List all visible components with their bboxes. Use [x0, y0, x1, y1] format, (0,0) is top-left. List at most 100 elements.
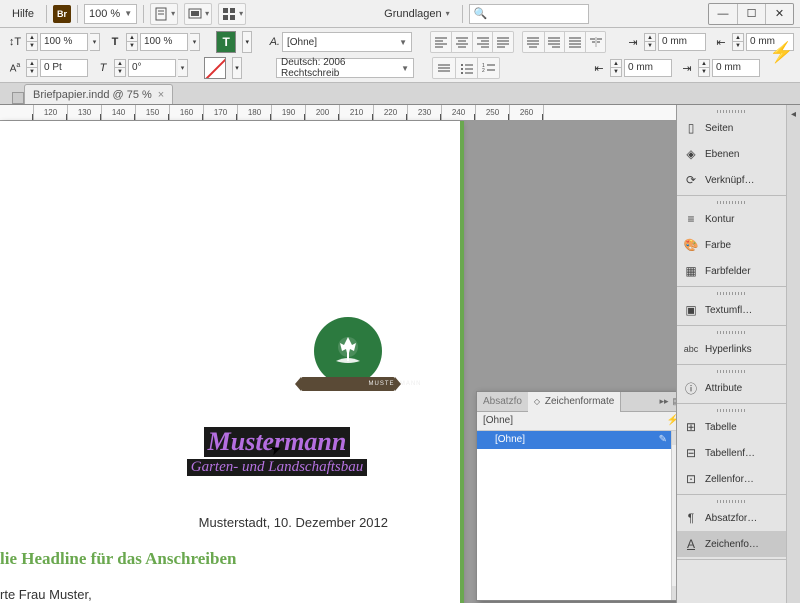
justify-center-button[interactable] — [523, 32, 544, 52]
dropdown-icon[interactable]: ▾ — [190, 33, 200, 51]
dock-textumfl[interactable]: ▣Textumfl… — [677, 297, 786, 323]
vertical-scale[interactable]: T ▲▼ 100 % ▾ — [106, 33, 200, 51]
horizontal-ruler[interactable]: 1201301401501601701801902002102202302402… — [0, 105, 676, 121]
close-icon[interactable]: × — [158, 89, 164, 101]
dock-absatzfor[interactable]: ¶Absatzfor… — [677, 505, 786, 531]
dock-collapse-button[interactable]: ◂ — [786, 105, 800, 603]
char-styles-panel[interactable]: Absatzfo ◇ Zeichenformate ▸▸ ▤ [Ohne] ⚡ — [476, 391, 676, 601]
align-right-button[interactable] — [472, 32, 493, 52]
quick-apply-icon[interactable]: ⚡ — [769, 40, 794, 65]
maximize-button[interactable]: ☐ — [737, 4, 765, 24]
search-field[interactable]: 🔍 — [469, 4, 589, 24]
dock-grip[interactable] — [677, 367, 786, 375]
indent-left-value[interactable]: 0 mm — [658, 33, 706, 51]
panel-tab-absatz[interactable]: Absatzfo — [477, 392, 528, 412]
scrollbar[interactable]: ▲ ▼ — [671, 431, 676, 600]
dock-seiten[interactable]: ▯Seiten — [677, 115, 786, 141]
number-list-button[interactable]: 12 — [477, 58, 499, 78]
stepper[interactable]: ▲▼ — [26, 33, 38, 51]
dock-farbe[interactable]: 🎨Farbe — [677, 232, 786, 258]
stroke-swatch[interactable] — [204, 57, 226, 79]
arrange-docs-button[interactable] — [218, 3, 246, 25]
view-options-button[interactable] — [150, 3, 178, 25]
dock-kontur[interactable]: ≡Kontur — [677, 206, 786, 232]
screen-mode-button[interactable] — [184, 3, 212, 25]
minimize-button[interactable]: — — [709, 4, 737, 24]
dropdown-icon[interactable]: ▾ — [90, 33, 100, 51]
language-combo[interactable]: Deutsch: 2006 Rechtschreib ▼ — [276, 58, 414, 78]
char-style-combo[interactable]: [Ohne] ▼ — [282, 32, 412, 52]
parastyles-icon: ¶ — [683, 510, 699, 526]
hscale-value[interactable]: 100 % — [40, 33, 88, 51]
stepper[interactable]: ▲▼ — [26, 59, 38, 77]
stepper[interactable]: ▲▼ — [698, 59, 710, 77]
panel-menu-icon[interactable]: ▤ — [672, 396, 676, 407]
justify-left-button[interactable] — [492, 32, 513, 52]
tab-prev-button[interactable] — [12, 92, 24, 104]
justify-right-button[interactable] — [544, 32, 565, 52]
panel-tab-zeichen[interactable]: ◇ Zeichenformate — [528, 392, 621, 412]
fill-dropdown[interactable]: ▾ — [242, 31, 251, 53]
dock-grip[interactable] — [677, 328, 786, 336]
stroke-dropdown[interactable]: ▾ — [232, 57, 242, 79]
indent-right-value[interactable]: 0 mm — [624, 59, 672, 77]
dock-label: Hyperlinks — [705, 344, 752, 355]
stepper[interactable]: ▲▼ — [114, 59, 126, 77]
stepper[interactable]: ▲▼ — [732, 33, 744, 51]
indent-last[interactable]: ⇥ ▲▼ 0 mm — [678, 59, 760, 77]
indent-left[interactable]: ⇥ ▲▼ 0 mm — [624, 33, 706, 51]
stepper[interactable]: ▲▼ — [126, 33, 138, 51]
bullet-list-button[interactable] — [455, 58, 477, 78]
canvas[interactable]: MUSTERMANN Mustermann Garten- und Landsc… — [0, 121, 676, 603]
dock-grip[interactable] — [677, 289, 786, 297]
ruler-tick: 150 — [136, 105, 170, 120]
justify-all-button[interactable] — [564, 32, 585, 52]
dock-tabelle[interactable]: ⊞Tabelle — [677, 414, 786, 440]
dock-zeichenfo[interactable]: AZeichenfo… — [677, 531, 786, 557]
bridge-icon[interactable]: Br — [53, 5, 71, 23]
baseline-shift[interactable]: Aa ▲▼ 0 Pt — [6, 59, 88, 77]
dock-tabellenf[interactable]: ⊟Tabellenf… — [677, 440, 786, 466]
dock-grip[interactable] — [677, 406, 786, 414]
menu-help[interactable]: Hilfe — [6, 6, 40, 22]
baseline-value[interactable]: 0 Pt — [40, 59, 88, 77]
company-logo: MUSTERMANN — [298, 317, 398, 391]
indent-right[interactable]: ⇤ ▲▼ 0 mm — [590, 59, 672, 77]
fill-swatch[interactable]: T — [216, 31, 237, 53]
skew[interactable]: T ▲▼ 0° ▾ — [94, 59, 188, 77]
dock-hyperlinks[interactable]: abcHyperlinks — [677, 336, 786, 362]
stepper[interactable]: ▲▼ — [610, 59, 622, 77]
workspace-switcher[interactable]: Grundlagen ▾ — [378, 8, 456, 20]
chevron-down-icon: ▾ — [446, 9, 450, 18]
scroll-up-icon[interactable]: ▲ — [672, 431, 676, 445]
vscale-value[interactable]: 100 % — [140, 33, 188, 51]
stepper[interactable]: ▲▼ — [644, 33, 656, 51]
char-style-picker[interactable]: A. [Ohne] ▼ — [270, 32, 412, 52]
edit-icon[interactable]: ✎ — [659, 431, 667, 449]
style-item-ohne[interactable]: [Ohne] ✎ — [477, 431, 676, 449]
dock-verknuepf[interactable]: ⟳Verknüpf… — [677, 167, 786, 193]
panel-expand-icon[interactable]: ▸▸ — [659, 396, 668, 407]
align-left-button[interactable] — [431, 32, 452, 52]
cellstyles-icon: ⊡ — [683, 471, 699, 487]
skew-value[interactable]: 0° — [128, 59, 176, 77]
style-name: [Ohne] — [495, 431, 525, 449]
indent-last-value[interactable]: 0 mm — [712, 59, 760, 77]
horizontal-scale[interactable]: ↕T ▲▼ 100 % ▾ — [6, 33, 100, 51]
dock-farbfelder[interactable]: ▦Farbfelder — [677, 258, 786, 284]
align-spine-button[interactable] — [585, 32, 606, 52]
dock-ebenen[interactable]: ◈Ebenen — [677, 141, 786, 167]
dock-grip[interactable] — [677, 107, 786, 115]
dock-grip[interactable] — [677, 497, 786, 505]
dock-grip[interactable] — [677, 198, 786, 206]
dock-attribute[interactable]: ⓘAttribute — [677, 375, 786, 401]
align-center-button[interactable] — [451, 32, 472, 52]
quick-apply-icon[interactable]: ⚡ — [667, 412, 676, 430]
dropdown-icon[interactable]: ▾ — [178, 59, 188, 77]
close-button[interactable]: ✕ — [765, 4, 793, 24]
zoom-combo[interactable]: 100 % ▼ — [84, 4, 137, 24]
document-tab[interactable]: Briefpapier.indd @ 75 % × — [24, 84, 173, 104]
no-list-button[interactable] — [433, 58, 455, 78]
dock-zellenfor[interactable]: ⊡Zellenfor… — [677, 466, 786, 492]
scroll-dn-icon[interactable]: ▼ — [672, 586, 676, 600]
